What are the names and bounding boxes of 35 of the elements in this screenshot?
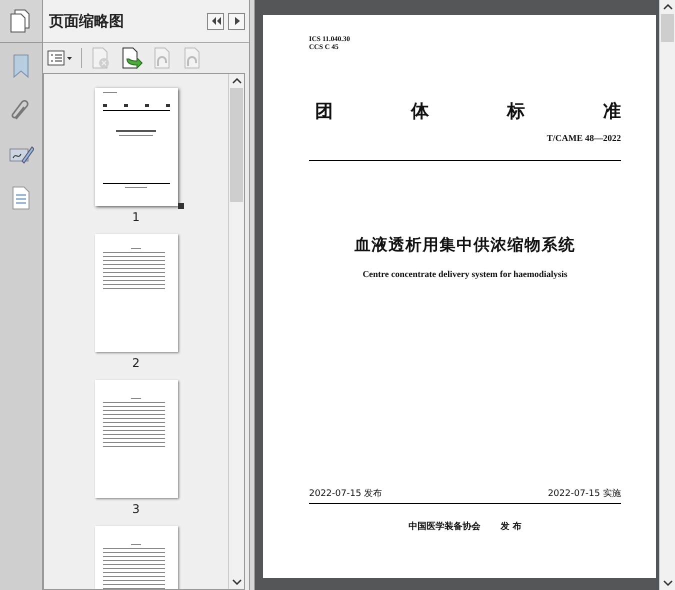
- document-icon[interactable]: [10, 185, 32, 211]
- page-number: 1: [132, 210, 140, 224]
- double-left-arrow-icon: [210, 15, 222, 27]
- insert-page-button[interactable]: [120, 46, 144, 70]
- heading-character: 标: [507, 100, 525, 123]
- options-button[interactable]: [47, 49, 73, 67]
- heading-character: 准: [603, 100, 621, 123]
- scroll-thumb[interactable]: [230, 88, 243, 202]
- scrollbar[interactable]: [659, 0, 675, 590]
- heading-character: 团: [315, 100, 333, 123]
- page-thumbnail[interactable]: [94, 380, 178, 498]
- panel-title: 页面缩略图: [49, 12, 125, 30]
- scrollbar[interactable]: [228, 74, 244, 589]
- scroll-thumb[interactable]: [661, 14, 674, 42]
- expand-button[interactable]: [228, 12, 245, 30]
- implementation-date: 2022-07-15 实施: [548, 488, 621, 500]
- scroll-up-icon[interactable]: [232, 77, 242, 85]
- document-subtitle: Centre concentrate delivery system for haemodialysis: [362, 269, 568, 279]
- document-title: 血液透析用集中供浓缩物系统: [354, 235, 576, 256]
- heading-character: 体: [411, 100, 429, 123]
- splitter-handle[interactable]: [249, 0, 255, 590]
- scroll-down-icon[interactable]: [232, 578, 242, 586]
- publisher: 中国医学装备协会: [408, 520, 480, 533]
- collapse-button[interactable]: [207, 12, 224, 30]
- standard-number: T/CAME 48—2022: [546, 133, 621, 143]
- current-page-marker: [178, 203, 184, 209]
- bookmark-icon[interactable]: [11, 53, 31, 79]
- scroll-up-icon[interactable]: [662, 3, 672, 11]
- publisher-action: 发 布: [500, 520, 522, 533]
- page-thumbnail[interactable]: [94, 88, 178, 206]
- scroll-down-icon[interactable]: [662, 579, 672, 587]
- page-thumbnail[interactable]: [94, 234, 178, 352]
- page-number: 2: [132, 356, 140, 370]
- page-number: 3: [132, 502, 140, 516]
- publish-date: 2022-07-15 发布: [309, 488, 382, 500]
